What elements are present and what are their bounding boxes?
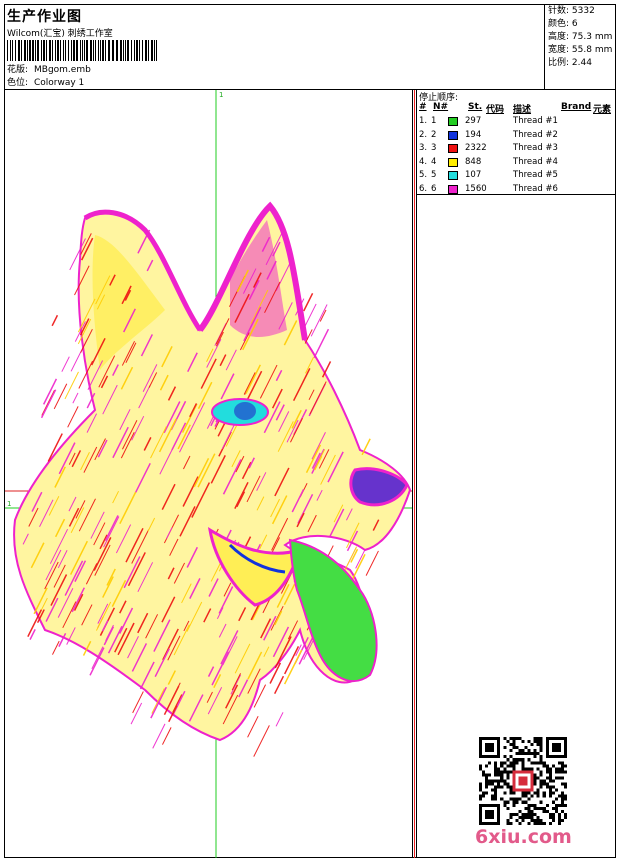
- legend-row: 2. 2 194 Thread #2: [417, 129, 616, 143]
- legend-rows: 1. 1 297 Thread #1 2. 2 194 Thread #2 3. 3 2322 Thr…: [417, 115, 616, 196]
- row-desc: Thread #5: [513, 170, 558, 180]
- panel-divider-left: [412, 90, 413, 858]
- barcode: [7, 40, 157, 61]
- legend-row: 3. 3 2322 Thread #3: [417, 142, 616, 156]
- stat-scale: 比例: 2.44: [548, 58, 592, 68]
- legend-row: 4. 4 848 Thread #4: [417, 156, 616, 170]
- watermark-logo: 6xiu.com: [475, 826, 572, 848]
- row-stitches: 194: [465, 129, 482, 140]
- guide-marker-top: 1: [219, 91, 223, 99]
- stat-width: 宽度: 55.8 mm: [548, 45, 613, 55]
- row-stitches: 1560: [465, 183, 487, 194]
- legend-row: 5. 5 107 Thread #5: [417, 169, 616, 183]
- color-swatch: [448, 144, 458, 153]
- col-brand: Brand: [561, 102, 592, 112]
- col-nno: N#: [433, 102, 449, 112]
- row-stitches: 107: [465, 170, 482, 180]
- row-nno: 6: [431, 183, 437, 194]
- design-canvas[interactable]: 1 1: [5, 90, 412, 858]
- row-stitches: 297: [465, 116, 482, 126]
- software-subtitle: Wilcom(汇宝) 刺绣工作室: [7, 29, 113, 39]
- row-stitches: 848: [465, 156, 482, 167]
- col-st: St.: [468, 102, 483, 112]
- design-filename: MBgom.emb: [34, 65, 91, 75]
- color-swatch: [448, 171, 458, 180]
- col-elem: 元素: [593, 105, 612, 115]
- col-code: 代码: [486, 105, 505, 115]
- row-num: 1.: [419, 116, 428, 126]
- guide-marker-left: 1: [7, 500, 11, 508]
- col-num: #: [419, 102, 427, 112]
- row-desc: Thread #2: [513, 129, 558, 140]
- row-num: 6.: [419, 183, 428, 194]
- panel-divider-red: [414, 90, 415, 858]
- row-num: 3.: [419, 143, 428, 153]
- stat-colors: 颜色: 6: [548, 19, 578, 29]
- colorway-line: 色位: Colorway 1: [7, 75, 84, 88]
- legend-row: 1. 1 297 Thread #1: [417, 115, 616, 129]
- header: 生产作业图 Wilcom(汇宝) 刺绣工作室 花版: MBgom.emb 色位: C…: [4, 4, 545, 89]
- stat-stitches: 针数: 5332: [548, 6, 595, 16]
- row-stitches: 2322: [465, 143, 487, 153]
- legend-row: 6. 6 1560 Thread #6: [417, 183, 616, 197]
- color-swatch: [448, 184, 458, 194]
- stop-sequence-legend: 停止顺序: # N# St. 代码 描述 Brand 元素 1. 1 297 Thre…: [417, 90, 616, 195]
- color-swatch: [448, 157, 458, 167]
- design-line: 花版: MBgom.emb: [7, 62, 91, 75]
- design-label: 花版:: [7, 65, 29, 75]
- row-desc: Thread #4: [513, 156, 558, 167]
- row-desc: Thread #6: [513, 183, 558, 194]
- row-nno: 3: [431, 143, 437, 153]
- row-nno: 2: [431, 129, 437, 140]
- row-desc: Thread #1: [513, 116, 558, 126]
- dog-embroidery-design: [13, 201, 412, 757]
- col-desc: 描述: [513, 105, 532, 115]
- stats-panel: 针数: 5332 颜色: 6 高度: 75.3 mm 宽度: 55.8 mm 比…: [545, 4, 616, 72]
- legend-header-row: # N# St. 代码 描述 Brand 元素: [417, 102, 616, 115]
- row-num: 2.: [419, 129, 428, 140]
- colorway-label: 色位:: [7, 78, 29, 88]
- row-nno: 1: [431, 116, 437, 126]
- row-num: 4.: [419, 156, 428, 167]
- qr-code: [479, 737, 567, 825]
- embroidery-preview: 1 1: [5, 90, 412, 858]
- stat-height: 高度: 75.3 mm: [548, 32, 613, 42]
- row-num: 5.: [419, 170, 428, 180]
- color-swatch: [448, 130, 458, 140]
- row-nno: 5: [431, 170, 437, 180]
- row-desc: Thread #3: [513, 143, 558, 153]
- page-title: 生产作业图: [7, 9, 82, 25]
- row-nno: 4: [431, 156, 437, 167]
- panel-divider-right: [416, 90, 417, 858]
- color-swatch: [448, 117, 458, 126]
- colorway-value: Colorway 1: [34, 78, 85, 88]
